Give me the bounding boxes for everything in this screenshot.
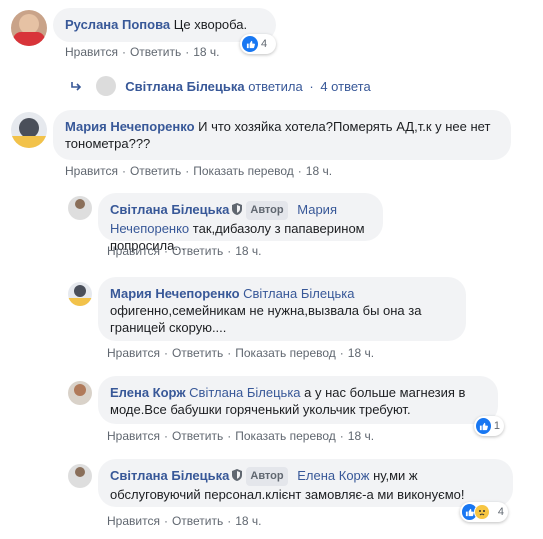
- avatar[interactable]: [11, 10, 47, 46]
- comment-bubble: Мария Нечепоренко И что хозяйка хотела?П…: [53, 110, 511, 160]
- reply-button[interactable]: Ответить: [172, 244, 223, 258]
- comment-author[interactable]: Світлана Білецька: [110, 202, 229, 217]
- mention[interactable]: Світлана Білецька: [189, 385, 300, 400]
- translate-button[interactable]: Показать перевод: [235, 346, 336, 360]
- reply-button[interactable]: Ответить: [172, 346, 223, 360]
- timestamp[interactable]: 18 ч.: [235, 244, 261, 258]
- comment-actions: Нравится · Ответить · Показать перевод · 18 ч.: [107, 346, 375, 360]
- comment-author[interactable]: Мария Нечепоренко: [110, 286, 240, 301]
- avatar: [95, 76, 116, 96]
- reply-button[interactable]: Ответить: [130, 45, 181, 59]
- like-icon: [242, 36, 258, 52]
- timestamp[interactable]: 18 ч.: [235, 514, 261, 528]
- reply-button[interactable]: Ответить: [172, 514, 223, 528]
- reply-button[interactable]: Ответить: [130, 164, 181, 178]
- like-button[interactable]: Нравится: [65, 164, 118, 178]
- comment-author[interactable]: Світлана Білецька: [110, 468, 229, 483]
- reaction-count[interactable]: 4: [240, 34, 276, 54]
- comment-bubble: Світлана Білецька Автор Елена Корж ну,ми …: [98, 459, 513, 507]
- author-badge: Автор: [246, 201, 288, 220]
- avatar[interactable]: [11, 112, 47, 148]
- shield-icon: [232, 469, 243, 481]
- timestamp[interactable]: 18 ч.: [348, 429, 374, 443]
- avatar[interactable]: [68, 464, 92, 488]
- comment-actions: Нравится · Ответить · 18 ч.: [65, 45, 220, 59]
- timestamp[interactable]: 18 ч.: [193, 45, 219, 59]
- avatar[interactable]: [68, 381, 92, 405]
- comment-author[interactable]: Руслана Попова: [65, 17, 170, 32]
- comment-bubble: Світлана Білецька Автор Мария Нечепоренко…: [98, 193, 383, 253]
- avatar[interactable]: [68, 282, 92, 306]
- translate-button[interactable]: Показать перевод: [193, 164, 294, 178]
- comment-bubble: Елена Корж Світлана Білецька а у нас бол…: [98, 376, 498, 424]
- like-button[interactable]: Нравится: [107, 514, 160, 528]
- comment-author[interactable]: Елена Корж: [110, 385, 186, 400]
- timestamp[interactable]: 18 ч.: [348, 346, 374, 360]
- reply-arrow-icon: [71, 82, 82, 91]
- sad-icon: [474, 504, 490, 520]
- view-replies-link[interactable]: Світлана Білецька ответила · 4 ответа: [70, 76, 371, 96]
- reaction-count[interactable]: 1: [474, 416, 504, 436]
- like-icon: [476, 418, 491, 434]
- comment-actions: Нравится · Ответить · 18 ч.: [107, 244, 262, 258]
- comment-actions: Нравится · Ответить · Показать перевод · 18 ч.: [107, 429, 375, 443]
- reply-button[interactable]: Ответить: [172, 429, 223, 443]
- mention[interactable]: Елена Корж: [297, 468, 369, 483]
- comment-text: Це хвороба.: [173, 17, 248, 32]
- comment-actions: Нравится · Ответить · Показать перевод · 18 ч.: [65, 164, 333, 178]
- like-button[interactable]: Нравится: [107, 346, 160, 360]
- avatar[interactable]: [68, 196, 92, 220]
- like-button[interactable]: Нравится: [107, 244, 160, 258]
- like-button[interactable]: Нравится: [107, 429, 160, 443]
- comment-actions: Нравится · Ответить · 18 ч.: [107, 514, 262, 528]
- shield-icon: [232, 203, 243, 215]
- comment-author[interactable]: Мария Нечепоренко: [65, 119, 195, 134]
- mention[interactable]: Світлана Білецька: [243, 286, 354, 301]
- translate-button[interactable]: Показать перевод: [235, 429, 336, 443]
- comment-bubble: Мария Нечепоренко Світлана Білецька офиг…: [98, 277, 466, 341]
- author-badge: Автор: [246, 467, 288, 486]
- timestamp[interactable]: 18 ч.: [306, 164, 332, 178]
- comment-text: офигенно,семейникам не нужна,вызвала бы …: [110, 303, 422, 335]
- like-button[interactable]: Нравится: [65, 45, 118, 59]
- reaction-count[interactable]: 4: [460, 502, 508, 522]
